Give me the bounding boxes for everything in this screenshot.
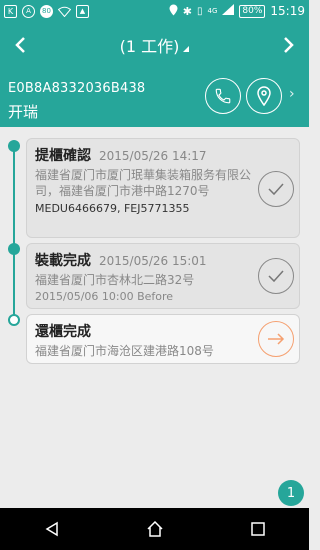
job-selector[interactable]: (1 工作) — [40, 33, 269, 57]
wifi-icon — [58, 5, 71, 18]
arrow-right-icon — [268, 333, 285, 345]
home-icon — [146, 521, 163, 537]
k-app-icon: K — [4, 4, 17, 18]
recents-nav-button[interactable] — [238, 509, 278, 549]
job-count-badge[interactable]: 1 — [278, 480, 304, 506]
battery-indicator: 80% — [239, 4, 266, 18]
network-type: 4G — [207, 7, 218, 15]
timeline-dot-3 — [8, 314, 20, 326]
check-icon — [268, 270, 284, 283]
step-references: MEDU6466679, FEJ5771355 — [35, 202, 190, 215]
step-address: 福建省厦门市厦门珉華集装箱服务有限公司，福建省厦门市港中路1270号 — [35, 168, 252, 198]
next-button[interactable] — [269, 22, 309, 67]
step-datetime: 2015/05/26 14:17 — [99, 149, 207, 163]
step-card-return[interactable]: 還櫃完成 福建省厦门市海沧区建港路108号 — [26, 314, 300, 364]
location-button[interactable] — [246, 78, 282, 114]
step-name: 提櫃確認 — [35, 148, 91, 164]
step-card-pickup[interactable]: 提櫃確認 2015/05/26 14:17 福建省厦门市厦门珉華集装箱服务有限公… — [26, 138, 300, 238]
container-header: E0B8A8332036B438 开瑞 › — [0, 67, 309, 127]
status-label: 开瑞 — [8, 103, 39, 121]
system-nav-bar — [0, 508, 309, 550]
status-bar: K A 80 ▲ ✱ ▯ 4G 80% 15:19 — [0, 0, 309, 22]
step-name: 還櫃完成 — [35, 324, 91, 340]
app-bar: (1 工作) — [0, 22, 309, 67]
confirm-pickup-button[interactable] — [258, 171, 294, 207]
step-address: 福建省厦门市海沧区建港路108号 — [35, 344, 214, 358]
bluetooth-icon: ✱ — [182, 4, 192, 18]
dropdown-icon — [183, 45, 190, 52]
header-more-icon[interactable]: › — [289, 86, 295, 102]
chevron-left-icon — [15, 36, 25, 53]
recents-square-icon — [250, 522, 265, 536]
chevron-right-icon — [284, 36, 294, 53]
timeline-dot-2 — [8, 243, 20, 255]
signal-icon — [222, 4, 235, 18]
confirm-loading-button[interactable] — [258, 258, 294, 294]
proceed-return-button[interactable] — [258, 321, 294, 357]
vibrate-icon: ▯ — [196, 5, 203, 17]
step-card-loading[interactable]: 裝載完成 2015/05/26 15:01 福建省厦门市杏林北二路32号 201… — [26, 243, 300, 309]
call-button[interactable] — [205, 78, 241, 114]
phone-icon — [215, 88, 231, 104]
step-datetime: 2015/05/26 15:01 — [99, 254, 207, 268]
location-status-icon — [169, 4, 178, 19]
step-address: 福建省厦门市杏林北二路32号 — [35, 273, 195, 287]
notification-80-icon: 80 — [40, 4, 53, 18]
step-name: 裝載完成 — [35, 253, 91, 269]
timeline-line — [13, 146, 15, 320]
container-number: E0B8A8332036B438 — [8, 81, 146, 96]
back-triangle-icon — [45, 521, 58, 537]
map-pin-icon — [257, 86, 271, 106]
a-app-icon: A — [22, 4, 35, 18]
previous-button[interactable] — [0, 22, 40, 67]
home-nav-button[interactable] — [135, 509, 175, 549]
timeline-dot-1 — [8, 140, 20, 152]
page-title: (1 工作) — [119, 36, 180, 56]
clock: 15:19 — [270, 4, 305, 18]
step-deadline: 2015/05/06 10:00 Before — [35, 290, 174, 303]
image-icon: ▲ — [76, 4, 89, 18]
back-nav-button[interactable] — [32, 509, 72, 549]
check-icon — [268, 183, 284, 196]
